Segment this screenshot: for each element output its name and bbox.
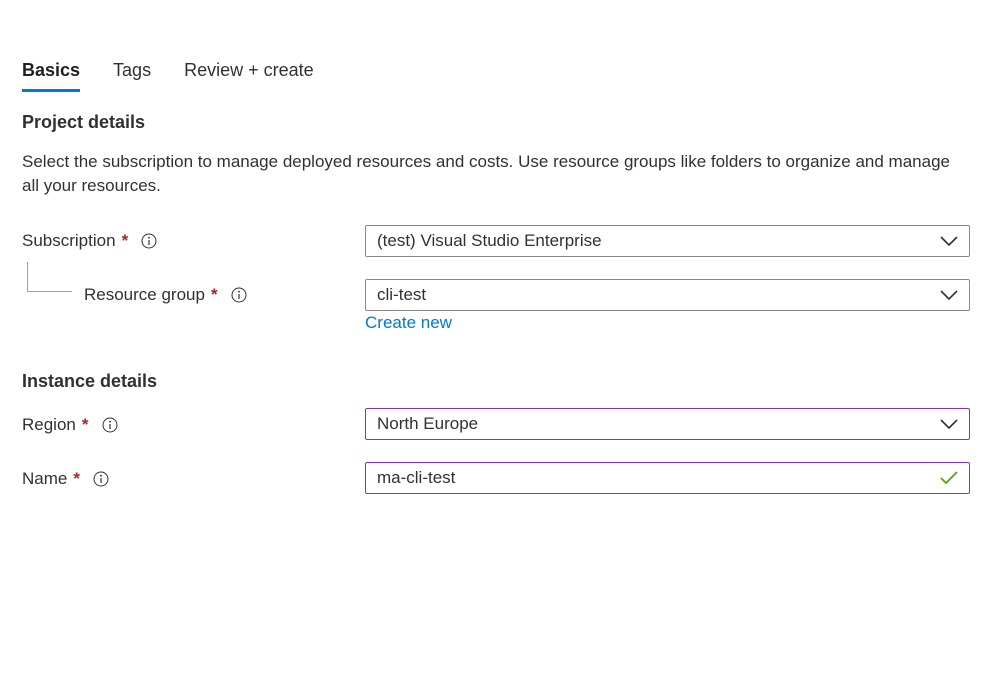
required-marker: * <box>81 415 89 434</box>
create-new-link[interactable]: Create new <box>365 313 452 333</box>
required-marker: * <box>210 285 218 304</box>
name-label: Name <box>22 469 68 488</box>
subscription-dropdown[interactable]: (test) Visual Studio Enterprise <box>365 225 970 257</box>
tab-tags[interactable]: Tags <box>113 58 151 92</box>
info-icon[interactable] <box>141 233 157 249</box>
region-label-row: Region * <box>22 413 118 437</box>
name-value: ma-cli-test <box>377 468 456 487</box>
resource-group-dropdown[interactable]: cli-test <box>365 279 970 311</box>
name-input[interactable]: ma-cli-test <box>365 462 970 494</box>
info-icon[interactable] <box>231 287 247 303</box>
region-value: North Europe <box>377 414 479 433</box>
chevron-down-icon <box>939 231 959 251</box>
required-marker: * <box>73 469 80 488</box>
info-icon[interactable] <box>93 471 109 487</box>
chevron-down-icon <box>939 414 959 434</box>
instance-details-heading: Instance details <box>22 371 158 391</box>
checkmark-icon <box>939 468 959 488</box>
chevron-down-icon <box>939 285 959 305</box>
resource-group-label: Resource group <box>84 285 205 304</box>
tab-basics[interactable]: Basics <box>22 58 81 92</box>
required-marker: * <box>121 231 129 250</box>
region-dropdown[interactable]: North Europe <box>365 408 970 440</box>
create-resource-form: Basics Tags Review + create Project deta… <box>0 0 999 675</box>
info-icon[interactable] <box>102 417 118 433</box>
tab-review-create[interactable]: Review + create <box>184 58 314 92</box>
subscription-value: (test) Visual Studio Enterprise <box>377 231 602 250</box>
tab-bar: Basics Tags Review + create <box>22 58 347 92</box>
subscription-label-row: Subscription * <box>22 229 157 253</box>
name-label-row: Name * <box>22 467 109 491</box>
project-details-description: Select the subscription to manage deploy… <box>22 152 950 195</box>
hierarchy-connector <box>27 262 72 292</box>
resource-group-label-row: Resource group * <box>84 283 247 307</box>
subscription-label: Subscription <box>22 231 116 250</box>
region-label: Region <box>22 415 76 434</box>
project-details-heading: Project details <box>22 112 146 132</box>
resource-group-value: cli-test <box>377 285 427 304</box>
